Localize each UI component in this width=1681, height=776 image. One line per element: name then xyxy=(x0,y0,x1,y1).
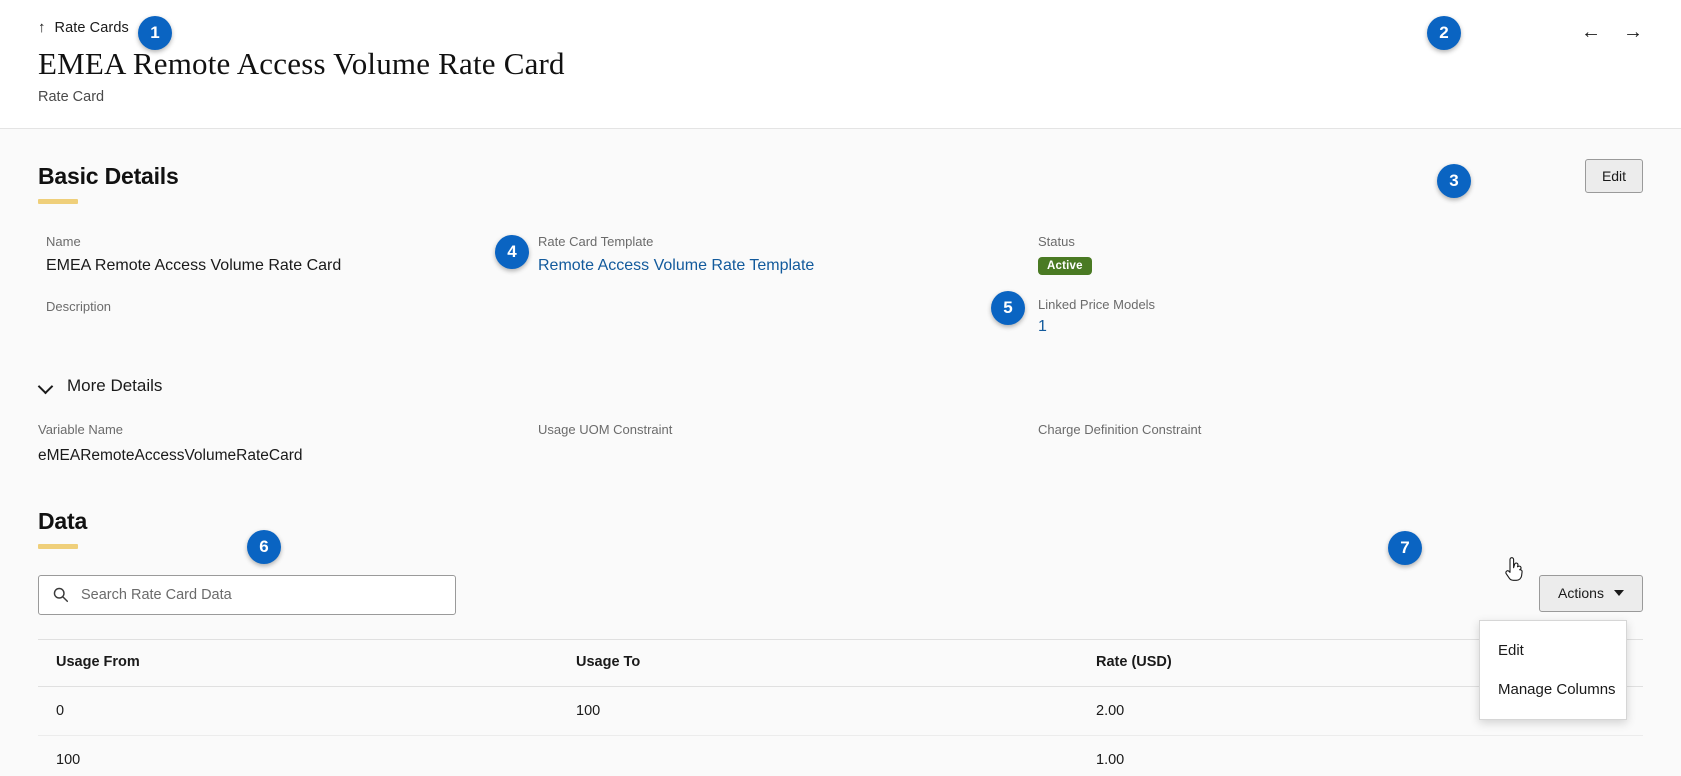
page-root: ↑ Rate Cards EMEA Remote Access Volume R… xyxy=(0,0,1681,776)
column-header-usage-from[interactable]: Usage From xyxy=(38,639,558,686)
arrow-right-icon[interactable]: → xyxy=(1623,22,1643,42)
field-charge-definition-constraint: Charge Definition Constraint xyxy=(1038,422,1643,466)
field-linked-price-models-label: Linked Price Models xyxy=(1038,297,1643,314)
rate-card-data-table: Usage From Usage To Rate (USD) 0 100 2.0… xyxy=(38,639,1643,776)
section-accent-bar xyxy=(38,199,78,204)
breadcrumb[interactable]: ↑ Rate Cards xyxy=(38,18,1643,38)
field-status: Status Active xyxy=(1038,234,1643,275)
table-header-row: Usage From Usage To Rate (USD) xyxy=(38,639,1643,686)
menu-item-manage-columns[interactable]: Manage Columns xyxy=(1480,670,1626,709)
callout-badge-4: 4 xyxy=(495,235,529,269)
cell-usage-from: 100 xyxy=(38,735,558,776)
data-toolbar: Actions Edit Manage Columns xyxy=(38,575,1643,615)
page-header: ↑ Rate Cards EMEA Remote Access Volume R… xyxy=(0,0,1681,129)
linked-price-models-link[interactable]: 1 xyxy=(1038,318,1643,336)
page-subtitle: Rate Card xyxy=(38,89,1643,105)
cell-rate: 1.00 xyxy=(1078,735,1643,776)
actions-dropdown-menu: Edit Manage Columns xyxy=(1479,620,1627,720)
arrow-left-icon[interactable]: ← xyxy=(1581,22,1601,42)
arrow-up-icon: ↑ xyxy=(38,20,46,35)
callout-badge-7: 7 xyxy=(1388,531,1422,565)
table-header: Usage From Usage To Rate (USD) xyxy=(38,639,1643,686)
callout-badge-5: 5 xyxy=(991,291,1025,325)
fields-column-1: Name EMEA Remote Access Volume Rate Card… xyxy=(38,234,538,358)
basic-details-fields: Name EMEA Remote Access Volume Rate Card… xyxy=(38,234,1643,358)
field-usage-uom-constraint: Usage UOM Constraint xyxy=(538,422,1038,466)
field-description-label: Description xyxy=(46,299,538,316)
column-header-usage-to[interactable]: Usage To xyxy=(558,639,1078,686)
actions-button[interactable]: Actions xyxy=(1539,575,1643,612)
rate-card-template-link[interactable]: Remote Access Volume Rate Template xyxy=(538,256,814,277)
page-title: EMEA Remote Access Volume Rate Card xyxy=(38,47,1643,81)
search-wrapper xyxy=(38,575,456,615)
field-variable-name: Variable Name eMEARemoteAccessVolumeRate… xyxy=(38,422,538,466)
field-variable-name-label: Variable Name xyxy=(38,422,538,439)
field-variable-name-value: eMEARemoteAccessVolumeRateCard xyxy=(38,446,538,466)
more-details-fields: Variable Name eMEARemoteAccessVolumeRate… xyxy=(38,422,1643,466)
breadcrumb-label[interactable]: Rate Cards xyxy=(55,20,129,36)
page-body: Basic Details Edit Name EMEA Remote Acce… xyxy=(0,129,1681,776)
fields-column-2: Rate Card Template Remote Access Volume … xyxy=(538,234,1038,358)
more-details-label: More Details xyxy=(67,376,162,396)
field-name-label: Name xyxy=(46,234,538,251)
callout-badge-2: 2 xyxy=(1427,16,1461,50)
field-charge-definition-constraint-label: Charge Definition Constraint xyxy=(1038,422,1643,439)
fields-column-3: Status Active Linked Price Models 1 xyxy=(1038,234,1643,358)
menu-item-edit[interactable]: Edit xyxy=(1480,631,1626,670)
status-badge: Active xyxy=(1038,257,1092,275)
table-row[interactable]: 100 1.00 xyxy=(38,735,1643,776)
caret-down-icon xyxy=(1614,590,1624,596)
field-description: Description xyxy=(46,299,538,316)
cell-usage-to xyxy=(558,735,1078,776)
basic-details-heading: Basic Details xyxy=(38,163,1643,190)
field-rate-card-template: Rate Card Template Remote Access Volume … xyxy=(538,234,1038,277)
table-row[interactable]: 0 100 2.00 xyxy=(38,686,1643,735)
callout-badge-6: 6 xyxy=(247,530,281,564)
field-name: Name EMEA Remote Access Volume Rate Card xyxy=(46,234,538,277)
edit-button[interactable]: Edit xyxy=(1585,159,1643,193)
table-body: 0 100 2.00 100 1.00 xyxy=(38,686,1643,776)
chevron-down-icon xyxy=(38,381,54,391)
field-linked-price-models: Linked Price Models 1 xyxy=(1038,297,1643,336)
callout-badge-1: 1 xyxy=(138,16,172,50)
data-accent-bar xyxy=(38,544,78,549)
cell-usage-from: 0 xyxy=(38,686,558,735)
actions-button-label: Actions xyxy=(1558,585,1604,601)
callout-badge-3: 3 xyxy=(1437,164,1471,198)
cell-usage-to: 100 xyxy=(558,686,1078,735)
field-status-label: Status xyxy=(1038,234,1643,251)
field-rate-card-template-label: Rate Card Template xyxy=(538,234,1038,251)
record-navigation: ← → xyxy=(1581,22,1643,42)
search-input[interactable] xyxy=(38,575,456,615)
field-usage-uom-constraint-label: Usage UOM Constraint xyxy=(538,422,1038,439)
basic-details-section: Basic Details Edit Name EMEA Remote Acce… xyxy=(38,129,1643,358)
field-name-value: EMEA Remote Access Volume Rate Card xyxy=(46,256,538,277)
more-details-toggle[interactable]: More Details xyxy=(38,376,1643,396)
